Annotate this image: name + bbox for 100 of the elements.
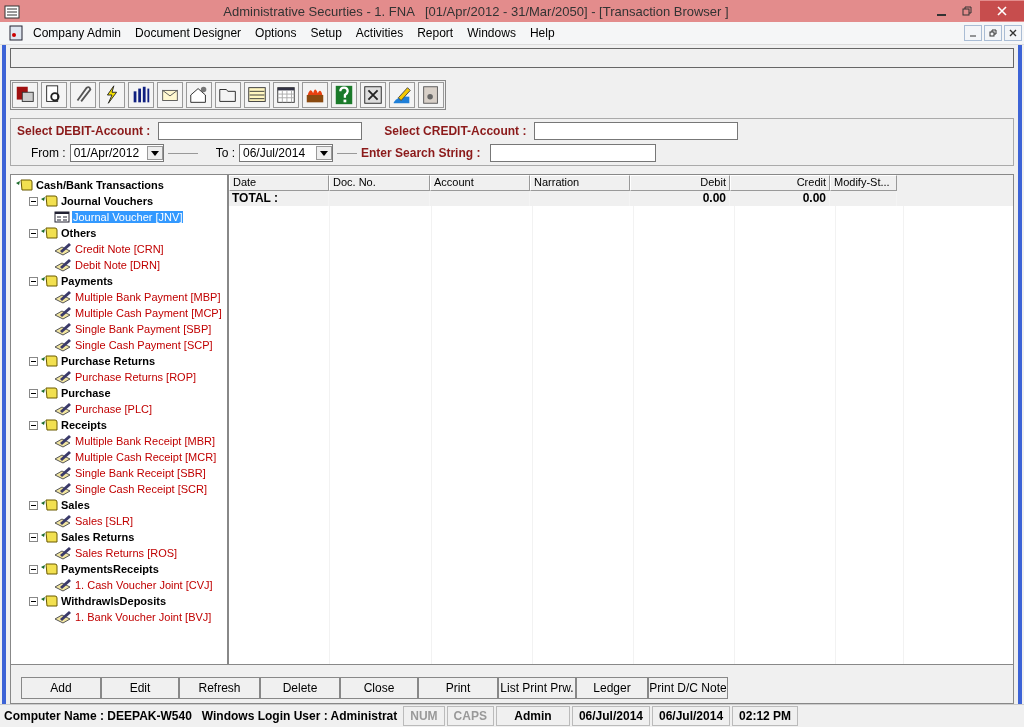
column-header[interactable]: Account — [430, 175, 530, 191]
collapse-icon[interactable] — [29, 356, 38, 366]
tree-item[interactable]: Sales Returns [ROS] — [74, 547, 179, 559]
collapse-icon[interactable] — [29, 276, 38, 286]
table-cell: 0.00 — [630, 191, 730, 206]
pen-on-paper-icon — [54, 402, 72, 416]
caret-icon — [150, 150, 159, 156]
tree-item[interactable]: Purchase Returns [ROP] — [74, 371, 198, 383]
folder-icon — [40, 274, 58, 288]
folder-icon — [40, 194, 58, 208]
tree-item[interactable]: Single Cash Receipt [SCR] — [74, 483, 209, 495]
toolbar-button[interactable] — [70, 82, 96, 108]
collapse-icon[interactable] — [29, 596, 38, 606]
collapse-icon[interactable] — [29, 196, 38, 206]
toolbar-button[interactable] — [41, 82, 67, 108]
collapse-icon[interactable] — [29, 500, 38, 510]
toolbar-button[interactable] — [244, 82, 270, 108]
action-button[interactable]: Delete — [260, 677, 340, 699]
column-header[interactable]: Narration — [530, 175, 630, 191]
menu-item[interactable]: Document Designer — [128, 26, 249, 40]
toolbar-button[interactable] — [273, 82, 299, 108]
folder-icon — [40, 498, 58, 512]
tree-item[interactable]: Purchase Returns — [60, 355, 157, 367]
pencil-icon — [391, 84, 413, 106]
tree-item[interactable]: Purchase — [60, 387, 112, 399]
tree-item[interactable]: 1. Cash Voucher Joint [CVJ] — [74, 579, 214, 591]
toolbar-button[interactable] — [99, 82, 125, 108]
tree-item[interactable]: Credit Note [CRN] — [74, 243, 165, 255]
menu-item[interactable]: Help — [522, 26, 562, 40]
menu-item[interactable]: Company Admin — [26, 26, 129, 40]
action-button[interactable]: Add — [21, 677, 101, 699]
collapse-icon[interactable] — [29, 564, 38, 574]
tree-item[interactable]: Sales Returns — [60, 531, 136, 543]
action-button[interactable]: Print — [418, 677, 498, 699]
tree-item[interactable]: 1. Bank Voucher Joint [BVJ] — [74, 611, 213, 623]
column-header[interactable]: Debit — [630, 175, 730, 191]
toolbar-button[interactable] — [186, 82, 212, 108]
minimize-button[interactable] — [964, 25, 982, 41]
action-button[interactable]: Close — [340, 677, 418, 699]
column-header[interactable]: Doc. No. — [329, 175, 430, 191]
tree-item[interactable]: Multiple Cash Receipt [MCR] — [74, 451, 218, 463]
tree-item[interactable]: Multiple Bank Payment [MBP] — [74, 291, 222, 303]
tree-item[interactable]: Debit Note [DRN] — [74, 259, 161, 271]
key-indicator: CAPS — [446, 706, 494, 726]
toolbar-button[interactable] — [360, 82, 386, 108]
pen-on-paper-icon — [54, 242, 72, 256]
menu-item[interactable]: Activities — [348, 26, 411, 40]
tree-item[interactable]: Multiple Bank Receipt [MBR] — [74, 435, 216, 447]
tree-item[interactable]: WithdrawlsDeposits — [60, 595, 168, 607]
field-label: Select CREDIT-Account : — [384, 124, 527, 138]
field-label: Enter Search String : — [361, 146, 481, 160]
tree-item[interactable]: Others — [60, 227, 98, 239]
status-panel: Admin — [495, 706, 570, 726]
action-button[interactable]: Print D/C Note — [648, 677, 728, 699]
collapse-icon[interactable] — [29, 420, 38, 430]
close-button[interactable] — [1004, 25, 1022, 41]
tree-item[interactable]: Sales — [60, 499, 91, 511]
tree-item[interactable]: Single Bank Receipt [SBR] — [74, 467, 207, 479]
tree-item[interactable]: Sales [SLR] — [74, 515, 135, 527]
search-field[interactable] — [490, 144, 657, 162]
tree-item[interactable]: Multiple Cash Payment [MCP] — [74, 307, 223, 319]
folder-icon — [40, 226, 58, 240]
date-dropdown[interactable]: 01/Apr/2012 — [69, 144, 164, 162]
toolbar-button[interactable] — [215, 82, 241, 108]
date-dropdown[interactable]: 06/Jul/2014 — [239, 144, 333, 162]
restore-icon — [989, 29, 997, 37]
restore-button[interactable] — [984, 25, 1002, 41]
field-label: Select DEBIT-Account : — [17, 124, 151, 138]
collapse-icon[interactable] — [29, 532, 38, 542]
toolbar-button[interactable] — [302, 82, 328, 108]
tree-item[interactable]: Payments — [60, 275, 114, 287]
tree-item[interactable]: PaymentsReceipts — [60, 563, 160, 575]
input-field[interactable] — [158, 122, 363, 140]
status-panel: 06/Jul/2014 — [652, 706, 731, 726]
action-button[interactable]: Edit — [101, 677, 179, 699]
toolbar-button[interactable] — [128, 82, 154, 108]
menu-item[interactable]: Report — [410, 26, 461, 40]
column-header[interactable]: Credit — [730, 175, 830, 191]
folder-icon — [15, 178, 33, 192]
tree-item[interactable]: Cash/Bank Transactions — [35, 179, 165, 191]
menu-item[interactable]: Setup — [303, 26, 349, 40]
tree-item[interactable]: Single Bank Payment [SBP] — [74, 323, 213, 335]
action-button[interactable]: Refresh — [179, 677, 260, 699]
pen-on-paper-icon — [54, 322, 72, 336]
menu-item[interactable]: Windows — [460, 26, 523, 40]
column-header[interactable]: Modify-St... — [830, 175, 897, 191]
document-icon[interactable] — [8, 25, 24, 41]
action-button[interactable]: List Print Prw. — [498, 677, 576, 699]
toolbar-button[interactable] — [12, 82, 38, 108]
tree-item[interactable]: Single Cash Payment [SCP] — [74, 339, 214, 351]
action-button[interactable]: Ledger — [576, 677, 648, 699]
collapse-icon[interactable] — [29, 228, 38, 238]
tree-item[interactable]: Journal Vouchers — [60, 195, 155, 207]
tree-item[interactable]: Receipts — [60, 419, 108, 431]
menu-item[interactable]: Options — [248, 26, 304, 40]
collapse-icon[interactable] — [29, 388, 38, 398]
folder-icon — [40, 418, 58, 432]
tree-item[interactable]: Purchase [PLC] — [74, 403, 154, 415]
input-field[interactable] — [534, 122, 739, 140]
column-header[interactable]: Date — [229, 175, 329, 191]
